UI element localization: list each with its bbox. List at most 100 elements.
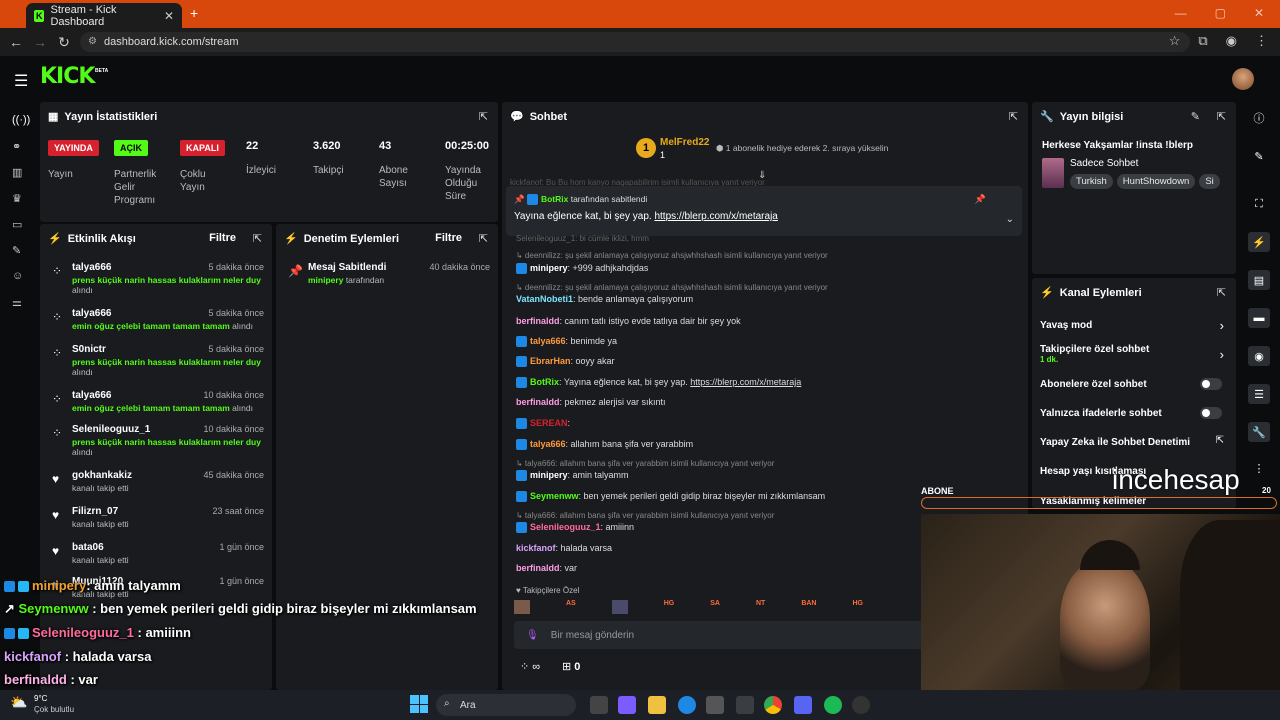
edge-icon[interactable] <box>678 696 696 714</box>
chrome-icon[interactable] <box>764 696 782 714</box>
copilot-icon[interactable] <box>618 696 636 714</box>
edit-icon[interactable]: ✎ <box>1191 110 1200 123</box>
profile-icon[interactable]: ◉ <box>1226 33 1237 49</box>
activity-user[interactable]: talya666 <box>72 308 111 319</box>
new-tab-button[interactable]: + <box>190 5 198 21</box>
chat-username[interactable]: minipery <box>530 470 568 480</box>
site-info-icon[interactable]: ⚙ <box>88 36 97 47</box>
chat-username[interactable]: Seymenww <box>530 491 579 501</box>
discord-icon[interactable] <box>794 696 812 714</box>
broadcast-icon[interactable]: ((·)) <box>12 114 30 126</box>
taskbar-search[interactable]: ⌕ Ara <box>436 694 576 716</box>
slow-mode-label[interactable]: Yavaş mod <box>1040 320 1092 331</box>
extensions-icon[interactable]: ⧉ <box>1198 33 1207 49</box>
broadcast-icon[interactable]: ◉ <box>1248 346 1270 366</box>
activity-user[interactable]: talya666 <box>72 262 111 273</box>
maximize-button[interactable]: ▢ <box>1215 6 1226 20</box>
store-points[interactable]: ⊞ 0 <box>562 660 580 673</box>
moderation-user[interactable]: minipery <box>308 275 343 285</box>
windows-start-icon[interactable] <box>410 695 428 713</box>
community-points[interactable]: ⁘ ∞ <box>520 660 540 673</box>
subs-chat-toggle[interactable] <box>1200 378 1222 390</box>
store-icon[interactable] <box>706 696 724 714</box>
category-name[interactable]: Sadece Sohbet <box>1070 158 1138 169</box>
followers-chat-label[interactable]: Takipçilere özel sohbet <box>1040 344 1149 355</box>
layout-icon[interactable]: ☰ <box>1248 384 1270 404</box>
emote[interactable] <box>514 600 530 614</box>
app-icon[interactable] <box>736 696 754 714</box>
chat-username[interactable]: EbrarHan <box>530 356 571 366</box>
info-icon[interactable]: ⓘ <box>1248 108 1270 128</box>
spotify-icon[interactable] <box>824 696 842 714</box>
tab-close-icon[interactable]: ✕ <box>164 9 174 23</box>
back-icon[interactable]: ← <box>4 34 28 50</box>
close-window-button[interactable]: ✕ <box>1254 6 1264 20</box>
chat-username[interactable]: Selenileoguuz_1 <box>530 522 601 532</box>
document-icon[interactable]: ▤ <box>1248 270 1270 290</box>
wrench-icon[interactable]: ✎ <box>12 244 21 257</box>
more-dots-icon[interactable]: ⋮ <box>1248 458 1270 478</box>
chat-username[interactable]: talya666 <box>530 336 566 346</box>
chevron-right-icon[interactable]: › <box>1220 318 1224 333</box>
popout-icon[interactable]: ⇱ <box>1217 286 1226 299</box>
chat-username[interactable]: talya666 <box>530 439 566 449</box>
chat-username[interactable]: berfinaldd <box>516 316 560 326</box>
activity-user[interactable]: gokhankakiz <box>72 470 132 481</box>
hamburger-menu-icon[interactable]: ☰ <box>14 71 28 91</box>
pencil-icon[interactable]: ✎ <box>1248 146 1270 166</box>
reload-icon[interactable]: ↻ <box>52 34 76 51</box>
unpin-icon[interactable]: 📌 <box>975 194 986 205</box>
emote[interactable]: AS <box>566 600 576 614</box>
chevron-right-icon[interactable]: › <box>1220 347 1224 362</box>
activity-user[interactable]: bata06 <box>72 542 104 553</box>
browser-tab[interactable]: K Stream - Kick Dashboard ✕ <box>26 3 182 28</box>
url-field[interactable]: ⚙ dashboard.kick.com/stream <box>80 32 1190 52</box>
tag[interactable]: Turkish <box>1070 174 1113 189</box>
popout-icon[interactable]: ⇱ <box>479 110 488 123</box>
popout-icon[interactable]: ⇱ <box>253 232 262 245</box>
chat-username[interactable]: SEREAN <box>530 418 568 428</box>
activity-filter-button[interactable]: Filtre <box>209 232 236 244</box>
chevron-down-icon[interactable]: ⌄ <box>1006 214 1014 225</box>
chat-username[interactable]: kickfanof <box>516 543 556 553</box>
popout-icon[interactable]: ⇱ <box>1217 110 1226 123</box>
tag[interactable]: Si <box>1199 174 1220 189</box>
trophy-icon[interactable]: ♛ <box>12 192 22 205</box>
activity-user[interactable]: Selenileoguuz_1 <box>72 424 150 435</box>
emote[interactable]: HG <box>852 600 863 614</box>
wrench-icon[interactable]: 🔧 <box>1248 422 1270 442</box>
activity-user[interactable]: S0nictr <box>72 344 106 355</box>
minimize-button[interactable]: — <box>1175 6 1187 20</box>
emote[interactable]: NT <box>756 600 765 614</box>
tag[interactable]: HuntShowdown <box>1116 174 1196 189</box>
pinned-message[interactable]: 📌 BotRix tarafından sabitlendi 📌 Yayına … <box>506 186 1022 236</box>
chat-bubble-icon[interactable]: ▬ <box>1248 308 1270 328</box>
menu-dots-icon[interactable]: ⋮ <box>1255 33 1268 49</box>
activity-user[interactable]: Filizrn_07 <box>72 506 118 517</box>
link-icon[interactable]: ⚭ <box>12 140 21 153</box>
expand-icon[interactable]: ⛶ <box>1248 194 1270 214</box>
activity-user[interactable]: talya666 <box>72 390 111 401</box>
obs-icon[interactable] <box>852 696 870 714</box>
chat-username[interactable]: VatanNobeti1 <box>516 294 573 304</box>
emote[interactable]: HG <box>664 600 675 614</box>
external-link-icon[interactable]: ⇱ <box>1216 435 1224 446</box>
emote[interactable] <box>611 600 628 614</box>
file-explorer-icon[interactable] <box>648 696 666 714</box>
user-avatar[interactable] <box>1232 68 1254 90</box>
users-icon[interactable]: ☺ <box>12 270 23 282</box>
media-icon[interactable]: ▭ <box>12 218 22 231</box>
emote[interactable]: BAN <box>801 600 816 614</box>
bookmark-star-icon[interactable]: ☆ <box>1169 33 1181 49</box>
pinned-link[interactable]: https://blerp.com/x/metaraja <box>654 211 777 222</box>
bolt-icon[interactable]: ⚡ <box>1248 232 1270 252</box>
top-gifter-name[interactable]: MelFred22 <box>660 137 709 148</box>
chat-username[interactable]: berfinaldd <box>516 563 560 573</box>
kick-logo[interactable]: KICK <box>40 64 95 89</box>
chat-username[interactable]: berfinaldd <box>516 397 560 407</box>
analytics-icon[interactable]: ▥ <box>12 166 22 179</box>
moderation-filter-button[interactable]: Filtre <box>435 232 462 244</box>
emote[interactable]: SA <box>710 600 720 614</box>
task-view-icon[interactable] <box>590 696 608 714</box>
chat-username[interactable]: BotRix <box>530 377 559 387</box>
